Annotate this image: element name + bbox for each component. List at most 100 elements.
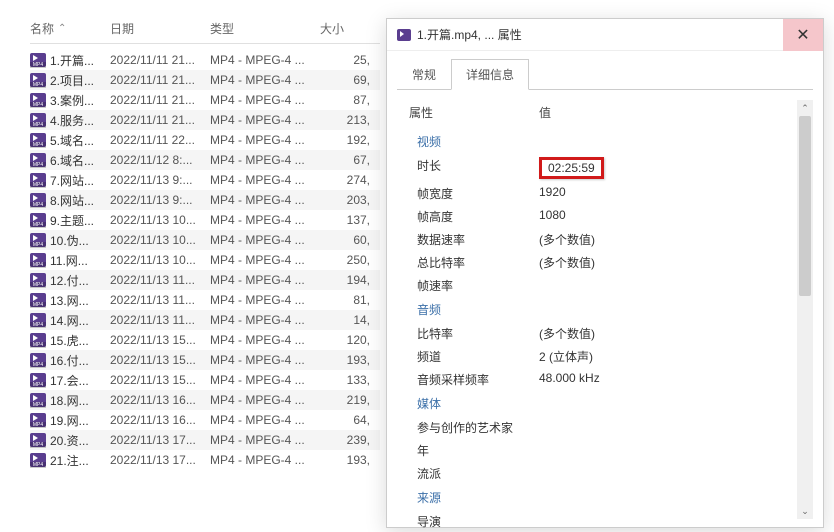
property-label: 数据速率 xyxy=(417,231,539,248)
file-type: MP4 - MPEG-4 ... xyxy=(210,433,320,447)
property-row[interactable]: 帧高度1080 xyxy=(405,205,805,228)
file-row[interactable]: 11.网...2022/11/13 10...MP4 - MPEG-4 ...2… xyxy=(30,250,380,270)
tab-content: 属性 值 视频时长02:25:59帧宽度1920帧高度1080数据速率(多个数值… xyxy=(397,89,813,529)
file-row[interactable]: 5.域名...2022/11/11 22...MP4 - MPEG-4 ...1… xyxy=(30,130,380,150)
property-row[interactable]: 导演 xyxy=(405,510,805,529)
file-date: 2022/11/13 10... xyxy=(110,213,210,227)
file-date: 2022/11/13 15... xyxy=(110,333,210,347)
file-list: 名称 ⌃ 日期 类型 大小 1.开篇...2022/11/11 21...MP4… xyxy=(30,20,380,470)
file-name: 20.资... xyxy=(50,432,110,449)
file-name: 8.网站... xyxy=(50,192,110,209)
file-type: MP4 - MPEG-4 ... xyxy=(210,153,320,167)
file-type: MP4 - MPEG-4 ... xyxy=(210,333,320,347)
property-row[interactable]: 时长02:25:59 xyxy=(405,154,805,182)
file-row[interactable]: 21.注...2022/11/13 17...MP4 - MPEG-4 ...1… xyxy=(30,450,380,470)
file-row[interactable]: 13.网...2022/11/13 11...MP4 - MPEG-4 ...8… xyxy=(30,290,380,310)
column-header-size[interactable]: 大小 xyxy=(320,20,370,37)
properties-header-value: 值 xyxy=(539,104,805,121)
mp4-file-icon xyxy=(30,433,46,447)
property-row[interactable]: 年 xyxy=(405,439,805,462)
file-size: 250, xyxy=(320,253,370,267)
file-row[interactable]: 3.案例...2022/11/11 21...MP4 - MPEG-4 ...8… xyxy=(30,90,380,110)
property-label: 频道 xyxy=(417,348,539,365)
column-header-type[interactable]: 类型 xyxy=(210,20,320,37)
file-size: 203, xyxy=(320,193,370,207)
file-row[interactable]: 15.虎...2022/11/13 15...MP4 - MPEG-4 ...1… xyxy=(30,330,380,350)
file-row[interactable]: 9.主题...2022/11/13 10...MP4 - MPEG-4 ...1… xyxy=(30,210,380,230)
property-row[interactable]: 帧速率 xyxy=(405,274,805,297)
property-value: (多个数值) xyxy=(539,254,805,271)
file-size: 67, xyxy=(320,153,370,167)
property-value: 1920 xyxy=(539,185,805,202)
file-row[interactable]: 12.付...2022/11/13 11...MP4 - MPEG-4 ...1… xyxy=(30,270,380,290)
mp4-file-icon xyxy=(30,233,46,247)
properties-body: 视频时长02:25:59帧宽度1920帧高度1080数据速率(多个数值)总比特率… xyxy=(405,129,805,529)
file-type: MP4 - MPEG-4 ... xyxy=(210,313,320,327)
file-type: MP4 - MPEG-4 ... xyxy=(210,133,320,147)
file-name: 10.伪... xyxy=(50,232,110,249)
scroll-down-button[interactable]: ⌄ xyxy=(797,503,813,519)
tab-details[interactable]: 详细信息 xyxy=(451,59,529,90)
file-date: 2022/11/13 17... xyxy=(110,433,210,447)
file-row[interactable]: 4.服务...2022/11/11 21...MP4 - MPEG-4 ...2… xyxy=(30,110,380,130)
mp4-file-icon xyxy=(30,393,46,407)
column-header-name[interactable]: 名称 ⌃ xyxy=(30,20,110,37)
column-header-date[interactable]: 日期 xyxy=(110,20,210,37)
properties-panel: 属性 值 视频时长02:25:59帧宽度1920帧高度1080数据速率(多个数值… xyxy=(397,90,813,529)
file-date: 2022/11/11 21... xyxy=(110,73,210,87)
file-row[interactable]: 14.网...2022/11/13 11...MP4 - MPEG-4 ...1… xyxy=(30,310,380,330)
file-type: MP4 - MPEG-4 ... xyxy=(210,213,320,227)
file-row[interactable]: 19.网...2022/11/13 16...MP4 - MPEG-4 ...6… xyxy=(30,410,380,430)
file-name: 9.主题... xyxy=(50,212,110,229)
file-row[interactable]: 6.域名...2022/11/12 8:...MP4 - MPEG-4 ...6… xyxy=(30,150,380,170)
tab-general[interactable]: 常规 xyxy=(397,59,451,90)
properties-header: 属性 值 xyxy=(405,100,805,129)
file-date: 2022/11/13 10... xyxy=(110,233,210,247)
property-row[interactable]: 音频采样频率48.000 kHz xyxy=(405,368,805,391)
file-size: 25, xyxy=(320,53,370,67)
file-row[interactable]: 8.网站...2022/11/13 9:...MP4 - MPEG-4 ...2… xyxy=(30,190,380,210)
file-name: 19.网... xyxy=(50,412,110,429)
file-row[interactable]: 17.会...2022/11/13 15...MP4 - MPEG-4 ...1… xyxy=(30,370,380,390)
file-name: 15.虎... xyxy=(50,332,110,349)
file-row[interactable]: 20.资...2022/11/13 17...MP4 - MPEG-4 ...2… xyxy=(30,430,380,450)
property-row[interactable]: 频道2 (立体声) xyxy=(405,345,805,368)
property-label: 比特率 xyxy=(417,325,539,342)
file-type: MP4 - MPEG-4 ... xyxy=(210,273,320,287)
scroll-thumb[interactable] xyxy=(799,116,811,296)
property-row[interactable]: 帧宽度1920 xyxy=(405,182,805,205)
file-row[interactable]: 7.网站...2022/11/13 9:...MP4 - MPEG-4 ...2… xyxy=(30,170,380,190)
property-row[interactable]: 比特率(多个数值) xyxy=(405,322,805,345)
property-row[interactable]: 参与创作的艺术家 xyxy=(405,416,805,439)
file-row[interactable]: 10.伪...2022/11/13 10...MP4 - MPEG-4 ...6… xyxy=(30,230,380,250)
file-row[interactable]: 16.付...2022/11/13 15...MP4 - MPEG-4 ...1… xyxy=(30,350,380,370)
file-row[interactable]: 1.开篇...2022/11/11 21...MP4 - MPEG-4 ...2… xyxy=(30,50,380,70)
file-size: 60, xyxy=(320,233,370,247)
scrollbar[interactable]: ⌃ ⌄ xyxy=(797,100,813,519)
dialog-titlebar[interactable]: 1.开篇.mp4, ... 属性 ✕ xyxy=(387,19,823,51)
file-name: 3.案例... xyxy=(50,92,110,109)
file-date: 2022/11/11 21... xyxy=(110,53,210,67)
property-value xyxy=(539,277,805,294)
mp4-file-icon xyxy=(30,313,46,327)
file-row[interactable]: 2.项目...2022/11/11 21...MP4 - MPEG-4 ...6… xyxy=(30,70,380,90)
property-value: 1080 xyxy=(539,208,805,225)
file-type: MP4 - MPEG-4 ... xyxy=(210,393,320,407)
highlight-box: 02:25:59 xyxy=(539,157,604,179)
file-type: MP4 - MPEG-4 ... xyxy=(210,193,320,207)
scroll-up-button[interactable]: ⌃ xyxy=(797,100,813,116)
close-button[interactable]: ✕ xyxy=(783,19,823,51)
property-value xyxy=(539,513,805,529)
file-date: 2022/11/11 21... xyxy=(110,113,210,127)
file-row[interactable]: 18.网...2022/11/13 16...MP4 - MPEG-4 ...2… xyxy=(30,390,380,410)
mp4-file-icon xyxy=(30,293,46,307)
file-date: 2022/11/11 21... xyxy=(110,93,210,107)
file-name: 21.注... xyxy=(50,452,110,469)
property-row[interactable]: 流派 xyxy=(405,462,805,485)
chevron-down-icon: ⌄ xyxy=(801,506,809,517)
file-date: 2022/11/13 16... xyxy=(110,393,210,407)
property-row[interactable]: 总比特率(多个数值) xyxy=(405,251,805,274)
property-group-title: 媒体 xyxy=(405,391,805,416)
property-row[interactable]: 数据速率(多个数值) xyxy=(405,228,805,251)
file-size: 137, xyxy=(320,213,370,227)
